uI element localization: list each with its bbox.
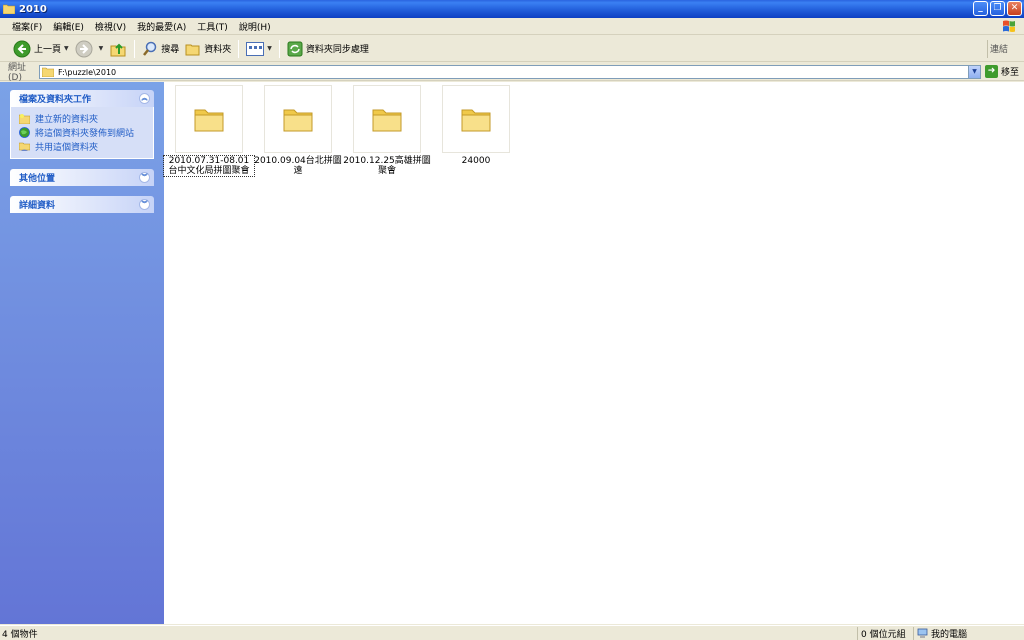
status-object-count: 4 個物件 <box>2 629 38 640</box>
search-button[interactable]: 搜尋 <box>139 38 182 60</box>
forward-arrow-icon <box>75 40 93 57</box>
close-button[interactable]: ✕ <box>1007 1 1022 16</box>
folder-icon <box>372 109 402 132</box>
links-separator <box>987 40 988 58</box>
folder-item[interactable]: 2010.12.25高雄拼圖聚會 <box>342 85 432 176</box>
toolbar-separator <box>238 39 240 58</box>
folder-icon <box>283 109 313 132</box>
new-folder-icon <box>19 113 30 124</box>
task-pane: 檔案及資料夾工作 ︽ 建立新的資料夾 將這個資料夾發佈到網站 共用這個資料夾 其… <box>0 82 164 624</box>
my-computer-icon <box>917 628 928 638</box>
window-title: 2010 <box>19 3 47 15</box>
back-label: 上一頁 <box>34 45 62 55</box>
other-places-panel: 其他位置 ︾ <box>10 169 154 186</box>
go-label: 移至 <box>1001 68 1020 78</box>
minimize-button[interactable]: _ <box>973 1 988 16</box>
folders-label: 資料夾 <box>204 45 232 55</box>
task-share-folder[interactable]: 共用這個資料夾 <box>19 139 147 153</box>
search-icon <box>143 41 157 56</box>
folder-item[interactable]: 2010.07.31-08.01台中文化局拼圖聚會 <box>163 85 255 177</box>
menu-bar: 檔案(F) 編輯(E) 檢視(V) 我的最愛(A) 工具(T) 說明(H) <box>0 18 1024 35</box>
views-icon <box>246 41 265 56</box>
collapse-icon[interactable]: ︽ <box>139 93 150 104</box>
go-arrow-icon: ➜ <box>985 65 998 78</box>
address-dropdown-button[interactable]: ▼ <box>968 66 980 78</box>
other-places-header[interactable]: 其他位置 ︾ <box>10 169 154 186</box>
folders-button[interactable]: 資料夾 <box>182 38 234 60</box>
chevron-down-icon[interactable]: ▼ <box>64 45 69 52</box>
toolbar: 上一頁 ▼ ▼ 搜尋 資料夾 ▼ 資料夾同步處理 <box>0 36 1024 62</box>
views-button[interactable]: ▼ <box>243 38 275 60</box>
go-button[interactable]: ➜ 移至 <box>985 65 1019 78</box>
folder-icon <box>461 109 491 132</box>
file-tasks-body: 建立新的資料夾 將這個資料夾發佈到網站 共用這個資料夾 <box>10 107 154 159</box>
folder-name: 2010.09.04台北拼圖遠 <box>254 156 342 176</box>
folder-thumbnail <box>442 85 510 153</box>
folders-icon <box>185 44 200 55</box>
status-bar: 4 個物件 0 個位元組 我的電腦 <box>0 625 1024 640</box>
folder-thumbnail <box>353 85 421 153</box>
task-share-folder-label: 共用這個資料夾 <box>35 142 99 153</box>
details-header[interactable]: 詳細資料 ︾ <box>10 196 154 213</box>
address-input[interactable]: F:\puzzle\2010 ▼ <box>39 65 981 79</box>
menu-edit[interactable]: 編輯(E) <box>53 20 84 33</box>
expand-icon[interactable]: ︾ <box>139 199 150 210</box>
folder-item[interactable]: 2010.09.04台北拼圖遠 <box>253 85 343 176</box>
folder-thumbnail <box>175 85 243 153</box>
folder-icon <box>3 4 15 14</box>
address-bar: 網址(D) F:\puzzle\2010 ▼ ➜ 移至 <box>0 63 1024 83</box>
status-size: 0 個位元組 <box>861 630 906 640</box>
menu-favorites[interactable]: 我的最愛(A) <box>137 20 186 33</box>
menu-help[interactable]: 說明(H) <box>239 20 271 33</box>
folder-item[interactable]: 24000 <box>431 85 521 166</box>
menu-tools[interactable]: 工具(T) <box>197 20 228 33</box>
file-view[interactable]: 2010.07.31-08.01台中文化局拼圖聚會 2010.09.04台北拼圖… <box>163 82 1024 624</box>
task-new-folder-label: 建立新的資料夾 <box>35 114 99 125</box>
file-tasks-panel: 檔案及資料夾工作 ︽ 建立新的資料夾 將這個資料夾發佈到網站 共用這個資料夾 <box>10 90 154 159</box>
windows-logo-icon <box>1003 20 1015 32</box>
toolbar-separator <box>134 39 136 58</box>
globe-icon <box>19 126 30 138</box>
expand-icon[interactable]: ︾ <box>139 172 150 183</box>
chevron-down-icon[interactable]: ▼ <box>99 45 104 52</box>
sync-icon <box>287 41 303 56</box>
status-location: 我的電腦 <box>931 630 968 640</box>
task-publish-web[interactable]: 將這個資料夾發佈到網站 <box>19 125 147 139</box>
toolbar-separator <box>278 39 280 58</box>
folder-name: 2010.12.25高雄拼圖聚會 <box>343 156 431 176</box>
status-size-cell: 0 個位元組 <box>857 627 913 640</box>
search-label: 搜尋 <box>161 45 180 55</box>
forward-button[interactable]: ▼ <box>72 38 107 60</box>
back-button[interactable]: 上一頁 ▼ <box>10 38 72 60</box>
file-tasks-title: 檔案及資料夾工作 <box>19 95 92 105</box>
restore-button[interactable]: ❐ <box>990 1 1005 16</box>
folder-thumbnail <box>264 85 332 153</box>
links-button[interactable]: 連結 <box>990 42 1008 55</box>
share-folder-icon <box>19 142 30 151</box>
title-bar: 2010 _ ❐ ✕ <box>0 0 1024 18</box>
task-new-folder[interactable]: 建立新的資料夾 <box>19 111 147 125</box>
status-location-cell: 我的電腦 <box>913 627 1024 640</box>
task-publish-web-label: 將這個資料夾發佈到網站 <box>35 128 135 139</box>
menu-view[interactable]: 檢視(V) <box>95 20 126 33</box>
folder-icon <box>194 109 224 132</box>
other-places-title: 其他位置 <box>19 174 56 184</box>
chevron-down-icon[interactable]: ▼ <box>267 45 272 52</box>
menu-file[interactable]: 檔案(F) <box>12 20 42 33</box>
folder-name: 2010.07.31-08.01台中文化局拼圖聚會 <box>163 155 255 177</box>
folder-up-icon <box>110 43 126 56</box>
folder-name: 24000 <box>461 156 491 166</box>
folder-sync-button[interactable]: 資料夾同步處理 <box>284 38 372 60</box>
up-button[interactable] <box>106 38 130 60</box>
details-panel: 詳細資料 ︾ <box>10 196 154 213</box>
details-title: 詳細資料 <box>19 201 56 211</box>
address-value: F:\puzzle\2010 <box>58 67 117 77</box>
back-arrow-icon <box>13 40 31 57</box>
file-tasks-header[interactable]: 檔案及資料夾工作 ︽ <box>10 90 154 107</box>
address-label: 網址(D) <box>8 63 27 83</box>
folder-sync-label: 資料夾同步處理 <box>305 45 369 55</box>
folder-icon <box>42 67 54 77</box>
